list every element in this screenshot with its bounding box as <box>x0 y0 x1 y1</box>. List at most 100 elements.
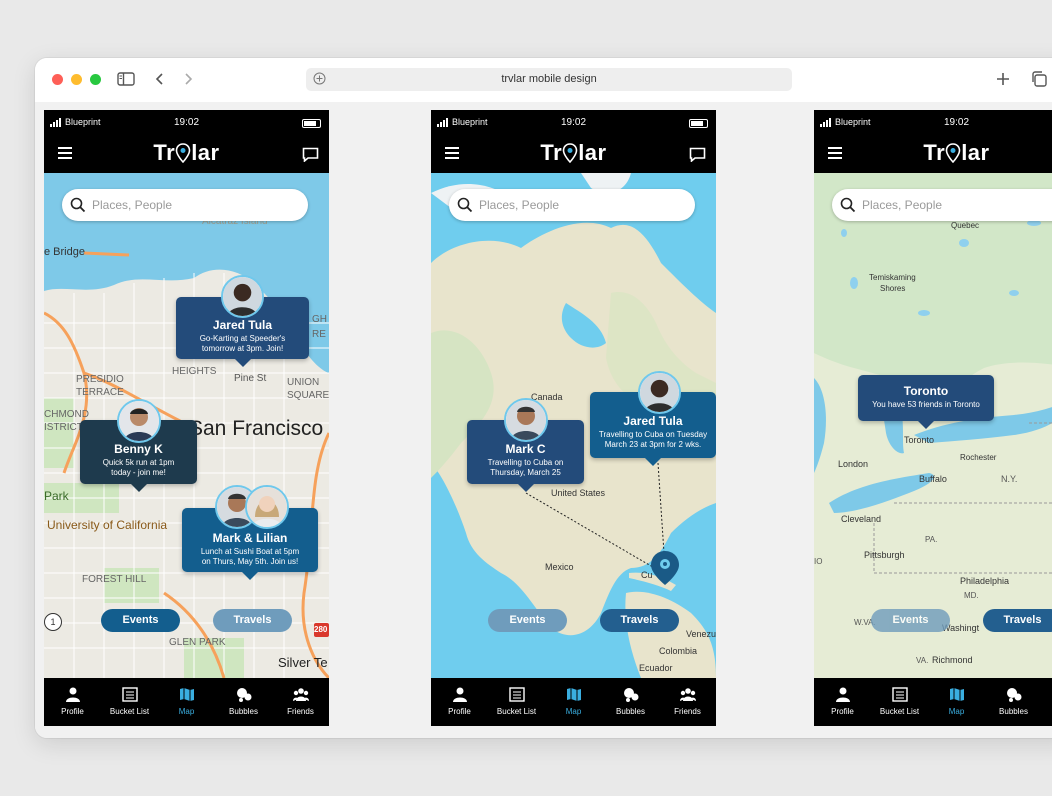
map-label: PRESIDIO <box>76 374 124 385</box>
map-label: San Francisco <box>189 417 324 440</box>
nav-profile[interactable]: Profile <box>814 678 871 726</box>
map-view[interactable]: Canada United States Mexico Cu Venezu Co… <box>431 173 716 678</box>
search-bar[interactable]: Places, People <box>62 189 308 221</box>
nav-bucket-list[interactable]: Bucket List <box>871 678 928 726</box>
bubbles-icon <box>1006 688 1021 702</box>
city-bubble-toronto[interactable]: Toronto You have 53 friends in Toronto <box>858 375 994 429</box>
map-label: Shores <box>880 284 906 293</box>
nav-label: Map <box>178 707 195 716</box>
map-label: Quebec <box>951 221 980 230</box>
map-label: IO <box>814 557 823 566</box>
page-title: trvlar mobile design <box>501 73 597 85</box>
map-icon <box>949 688 964 701</box>
map-label: RE <box>312 329 326 340</box>
bubble-text: You have 53 friends in Toronto <box>872 400 980 409</box>
chat-icon[interactable] <box>689 147 706 162</box>
bubbles-icon <box>623 688 638 702</box>
avatar[interactable] <box>638 371 681 414</box>
status-time: 19:02 <box>173 117 200 128</box>
minimize-window-button[interactable] <box>71 74 82 85</box>
travels-toggle-button[interactable]: Travels <box>213 609 292 632</box>
avatar[interactable] <box>117 399 161 443</box>
nav-bucket-list[interactable]: Bucket List <box>101 678 158 726</box>
nav-label: Map <box>948 707 965 716</box>
nav-map[interactable]: Map <box>545 678 602 726</box>
zoom-window-button[interactable] <box>90 74 101 85</box>
list-icon <box>121 687 138 702</box>
map-label: University of California <box>47 518 168 532</box>
map-label: Pine St <box>234 373 267 384</box>
nav-profile[interactable]: Profile <box>44 678 101 726</box>
app-header: Tr lar <box>44 135 329 173</box>
map-label: Ecuador <box>639 663 673 673</box>
bubble-name: Mark & Lilian <box>212 531 288 545</box>
nav-map[interactable]: Map <box>928 678 985 726</box>
travels-toggle-button[interactable]: Travels <box>600 609 679 632</box>
chat-icon[interactable] <box>302 147 319 162</box>
new-tab-plus-icon[interactable] <box>992 68 1014 90</box>
nav-map[interactable]: Map <box>158 678 215 726</box>
browser-titlebar: trvlar mobile design <box>35 58 1052 102</box>
search-bar[interactable]: Places, People <box>449 189 695 221</box>
map-label: Venezu <box>686 629 716 639</box>
map-label: N.Y. <box>1001 474 1018 484</box>
avatar[interactable] <box>221 275 264 318</box>
status-time: 19:02 <box>560 117 587 128</box>
map-view[interactable]: Alcatraz Island e Bridge PRESIDIO TERRAC… <box>44 173 329 678</box>
bubble-text: Lunch at Sushi Boat at 5pm on Thurs, May … <box>200 547 300 566</box>
list-icon <box>891 687 908 702</box>
battery-icon <box>302 119 321 128</box>
bottom-nav: Profile Bucket List Map Bubbles Friends <box>431 678 716 726</box>
bubble-name: Mark C <box>505 442 546 456</box>
destination-pin-icon[interactable] <box>650 550 680 586</box>
nav-bubbles[interactable]: Bubbles <box>602 678 659 726</box>
nav-profile[interactable]: Profile <box>431 678 488 726</box>
travels-toggle-button[interactable]: Travels <box>983 609 1052 632</box>
phone-screen-city: Blueprint 19:02 Tr lar Alcatraz Island e… <box>44 110 329 726</box>
map-label: Buffalo <box>919 474 947 484</box>
nav-label: Profile <box>61 707 84 716</box>
nav-label: Friends <box>674 707 701 716</box>
map-view[interactable]: Quebec Temiskaming Shores Toronto London… <box>814 173 1052 678</box>
nav-friends[interactable]: Friends <box>1042 678 1052 726</box>
person-icon <box>65 687 80 702</box>
nav-label: Bucket List <box>109 707 150 716</box>
avatar[interactable] <box>504 398 548 442</box>
nav-friends[interactable]: Friends <box>659 678 716 726</box>
map-label: Colombia <box>659 646 698 656</box>
events-toggle-button[interactable]: Events <box>488 609 567 632</box>
trvlar-logo: Tr lar <box>923 140 990 165</box>
map-label: Park <box>44 489 69 503</box>
address-bar[interactable]: trvlar mobile design <box>306 68 792 91</box>
map-icon <box>179 688 194 701</box>
battery-icon <box>689 119 708 128</box>
map-label: Pittsburgh <box>864 550 905 560</box>
search-bar[interactable]: Places, People <box>832 189 1052 221</box>
nav-label: Bubbles <box>999 707 1028 716</box>
back-arrow-icon[interactable] <box>149 68 171 90</box>
events-toggle-button[interactable]: Events <box>101 609 180 632</box>
location-pin-icon <box>945 143 961 163</box>
sidebar-toggle-icon[interactable] <box>115 68 137 90</box>
nav-bucket-list[interactable]: Bucket List <box>488 678 545 726</box>
nav-bubbles[interactable]: Bubbles <box>985 678 1042 726</box>
map-label: London <box>838 459 869 469</box>
map-label: Temiskaming <box>869 273 916 282</box>
close-window-button[interactable] <box>52 74 63 85</box>
location-pin-icon <box>175 143 191 163</box>
nav-friends[interactable]: Friends <box>272 678 329 726</box>
map-label: Toronto <box>904 435 935 445</box>
friends-icon <box>292 688 309 701</box>
forward-arrow-icon[interactable] <box>177 68 199 90</box>
events-toggle-button[interactable]: Events <box>871 609 950 632</box>
avatar[interactable] <box>245 485 289 529</box>
tab-overview-icon[interactable] <box>1028 68 1050 90</box>
nav-bubbles[interactable]: Bubbles <box>215 678 272 726</box>
map-label: UNION <box>287 377 320 388</box>
map-label: United States <box>551 488 606 498</box>
status-bar: Blueprint 19:02 <box>814 110 1052 135</box>
map-label: ISTRICT <box>44 422 83 433</box>
nav-label: Map <box>565 707 582 716</box>
bubble-text: Go-Karting at Speeder's tomorrow at 3pm. … <box>199 334 286 353</box>
app-header: Tr lar <box>814 135 1052 173</box>
